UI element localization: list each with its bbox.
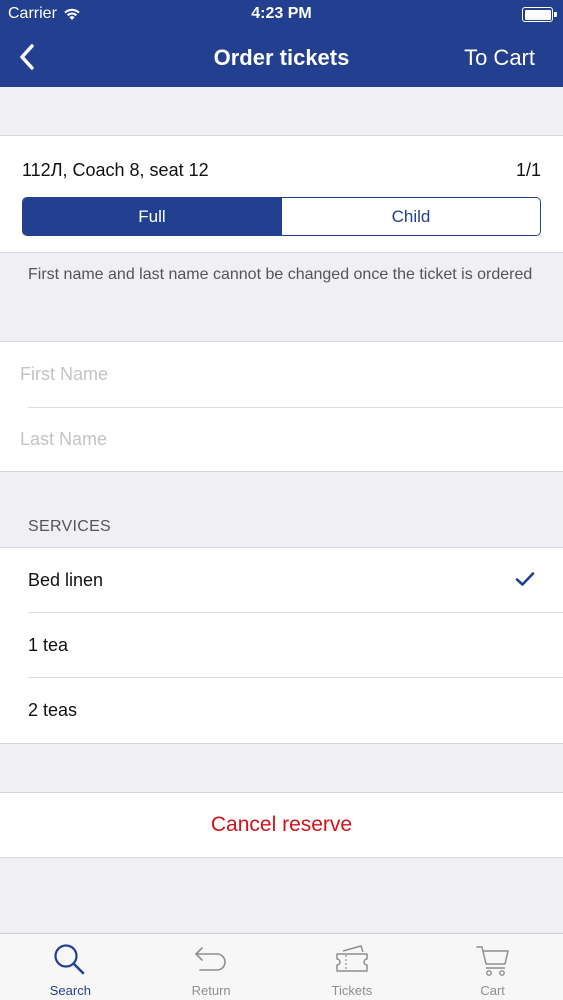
tab-label: Return <box>191 983 231 998</box>
page-title: Order tickets <box>213 45 350 70</box>
back-button[interactable] <box>10 40 44 74</box>
tab-tickets[interactable]: Tickets <box>282 934 423 1000</box>
service-item-bed-linen[interactable]: Bed linen <box>0 548 563 613</box>
service-label: Bed linen <box>28 570 104 590</box>
tab-bar: Search Return Tickets Cart <box>0 933 563 1000</box>
header: Carrier 4:23 PM Order tickets To Cart <box>0 0 563 87</box>
tab-cart[interactable]: Cart <box>422 934 563 1000</box>
ticket-card: 112Л, Coach 8, seat 12 1/1 Full Child <box>0 135 563 253</box>
cart-icon <box>475 946 509 976</box>
to-cart-button[interactable]: To Cart <box>464 45 535 71</box>
battery-icon <box>522 7 557 22</box>
status-time: 4:23 PM <box>251 5 312 22</box>
tab-return[interactable]: Return <box>141 934 282 1000</box>
tab-search[interactable]: Search <box>0 934 141 1000</box>
tab-label: Tickets <box>331 983 373 998</box>
search-icon <box>54 944 85 975</box>
services-list: Bed linen 1 tea 2 teas <box>0 547 563 744</box>
name-divider <box>28 407 563 408</box>
checkmark-icon <box>515 572 535 586</box>
service-item-1-tea[interactable]: 1 tea <box>0 613 563 678</box>
fare-type-segmented-control: Full Child <box>22 197 541 236</box>
service-item-2-teas[interactable]: 2 teas <box>0 678 563 743</box>
segment-child[interactable]: Child <box>281 198 540 235</box>
tab-label: Cart <box>480 983 505 998</box>
status-bar: Carrier 4:23 PM <box>0 0 563 30</box>
first-name-input[interactable] <box>20 354 540 394</box>
services-header: SERVICES <box>28 518 112 535</box>
tickets-icon <box>336 945 368 972</box>
cancel-reserve-button[interactable]: Cancel reserve <box>0 792 563 858</box>
last-name-input[interactable] <box>20 419 540 459</box>
segment-full[interactable]: Full <box>23 198 281 235</box>
tab-label: Search <box>49 983 91 998</box>
return-icon <box>195 947 226 971</box>
ticket-info: 112Л, Coach 8, seat 12 <box>22 160 209 180</box>
name-card <box>0 341 563 472</box>
nav-bar: Order tickets To Cart <box>0 30 563 87</box>
chevron-left-icon <box>20 44 34 70</box>
ticket-count: 1/1 <box>515 160 541 180</box>
cancel-reserve-label: Cancel reserve <box>210 813 353 836</box>
service-label: 1 tea <box>28 635 69 655</box>
service-label: 2 teas <box>28 700 78 720</box>
name-change-notice: First name and last name cannot be chang… <box>28 266 533 283</box>
